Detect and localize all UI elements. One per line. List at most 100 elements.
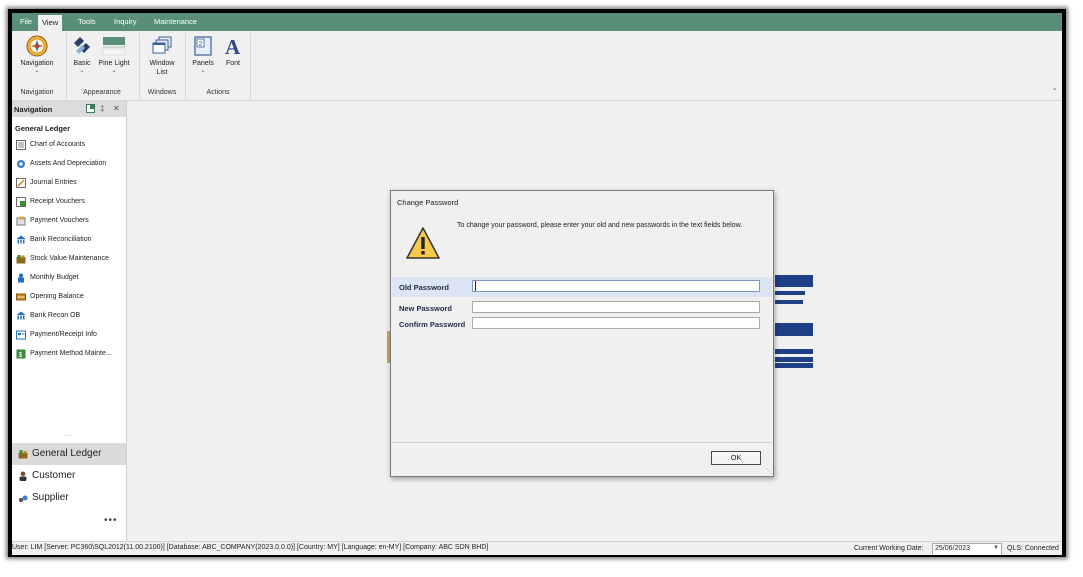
supplier-icon — [18, 495, 28, 503]
ribbon-group-windows: Windows — [147, 89, 177, 96]
nav-item-label: Receipt Vouchers — [30, 198, 85, 205]
budget-icon — [18, 273, 24, 283]
nav-item-opening-balance[interactable]: Opening Balance — [16, 290, 124, 304]
chevron-down-icon: ⌄ — [79, 68, 85, 74]
menu-bar: File View Tools Inquiry Maintenance — [12, 13, 1062, 31]
nav-item-journal-entries[interactable]: Journal Entries — [16, 176, 124, 190]
money-icon: $ — [16, 349, 26, 359]
ribbon-collapse-icon[interactable]: ⌃ — [1051, 87, 1058, 96]
ribbon-separator — [185, 33, 186, 99]
nav-item-label: Journal Entries — [30, 179, 77, 186]
close-icon[interactable]: ✕ — [113, 104, 120, 113]
bank-icon — [16, 235, 26, 244]
journal-icon — [16, 178, 26, 188]
new-password-field[interactable] — [472, 301, 760, 313]
chevron-down-icon: ⌄ — [111, 68, 117, 74]
navigation-panel: Navigation ‡ ✕ General Ledger Chart of A… — [12, 101, 127, 541]
chevron-down-icon: ⌄ — [200, 68, 206, 74]
working-date-label: Current Working Date: — [854, 545, 924, 552]
nav-module-supplier[interactable]: Supplier — [12, 487, 126, 509]
nav-item-chart-of-accounts[interactable]: Chart of Accounts — [16, 138, 124, 152]
nav-item-assets-depreciation[interactable]: Assets And Depreciation — [16, 157, 124, 171]
window-position-icon[interactable] — [86, 104, 95, 115]
nav-item-label: Payment/Receipt Info — [30, 331, 97, 338]
nav-module-general-ledger[interactable]: General Ledger — [12, 443, 126, 465]
nav-module-label: Customer — [32, 470, 76, 481]
nav-splitter-grip[interactable]: .... — [64, 431, 72, 438]
menu-maintenance[interactable]: Maintenance — [150, 13, 201, 31]
payment-icon — [16, 216, 26, 226]
nav-item-label: Opening Balance — [30, 293, 84, 300]
background-logo-bar — [775, 300, 803, 304]
ledger-icon — [18, 450, 28, 459]
resize-grip-icon[interactable]: ⋱ — [766, 468, 772, 475]
ribbon-group-appearance: Appearance — [83, 89, 121, 96]
application-window: File View Tools Inquiry Maintenance Navi… — [12, 13, 1062, 555]
nav-module-customer[interactable]: Customer — [12, 465, 126, 487]
pin-icon[interactable]: ‡ — [100, 104, 104, 113]
navigation-button[interactable]: Navigation ⌄ — [16, 35, 58, 74]
background-logo-bar — [775, 275, 813, 287]
nav-section-title: General Ledger — [15, 124, 71, 133]
ribbon-group-actions: Actions — [206, 89, 230, 96]
background-logo-bar — [775, 323, 813, 336]
nav-module-label: General Ledger — [32, 448, 102, 459]
gear-icon — [17, 160, 25, 168]
menu-file[interactable]: File — [16, 13, 36, 31]
opening-balance-icon — [16, 293, 26, 301]
menu-view[interactable]: View — [38, 15, 63, 31]
confirm-password-field[interactable] — [472, 317, 760, 329]
menu-tools[interactable]: Tools — [74, 13, 100, 31]
change-password-dialog: Change Password To change your password,… — [390, 190, 774, 477]
font-label: Font — [225, 60, 240, 67]
nav-item-payment-vouchers[interactable]: Payment Vouchers — [16, 214, 124, 228]
compass-icon — [26, 35, 48, 57]
window-list-button[interactable]: Window List — [144, 35, 180, 77]
window-list-label-line2: List — [156, 69, 168, 76]
ribbon-separator — [66, 33, 67, 99]
chevron-down-icon[interactable]: ▼ — [993, 545, 999, 551]
navigation-panel-header: Navigation ‡ ✕ — [12, 101, 126, 117]
old-password-field[interactable] — [472, 280, 760, 292]
status-info-text: User: LIM [Server: PC360\SQL2012(11.00.2… — [12, 544, 489, 551]
nav-item-label: Bank Reconciliation — [30, 236, 92, 243]
basic-theme-label: Basic — [73, 60, 91, 67]
text-caret — [475, 281, 476, 291]
old-password-label: Old Password — [399, 283, 450, 292]
panels-button[interactable]: 2 Panels ⌄ — [190, 35, 216, 74]
ok-button[interactable]: OK — [711, 451, 761, 465]
panels-icon: 2 — [194, 36, 212, 56]
font-button[interactable]: A Font — [220, 35, 246, 68]
basic-theme-icon — [74, 37, 90, 54]
dialog-divider — [392, 442, 772, 443]
window-list-icon — [152, 36, 172, 54]
background-logo-bar — [775, 349, 813, 354]
nav-item-receipt-vouchers[interactable]: Receipt Vouchers — [16, 195, 124, 209]
nav-item-payment-receipt-info[interactable]: Payment/Receipt Info — [16, 328, 124, 342]
panels-label: Panels — [192, 60, 214, 67]
nav-item-stock-value-maintenance[interactable]: Stock Value Maintenance — [16, 252, 124, 266]
dialog-title: Change Password — [397, 198, 459, 207]
nav-item-label: Assets And Depreciation — [30, 160, 107, 167]
navigation-button-label: Navigation — [20, 60, 54, 67]
ribbon-separator — [139, 33, 140, 99]
nav-item-label: Stock Value Maintenance — [30, 255, 109, 262]
more-options-button[interactable]: ••• — [104, 515, 118, 526]
new-password-label: New Password — [399, 304, 452, 313]
nav-item-label: Payment Method Mainte... — [30, 350, 112, 357]
chart-of-accounts-icon — [16, 140, 26, 150]
pine-light-theme-icon — [102, 37, 126, 56]
basic-theme-button[interactable]: Basic ⌄ — [70, 35, 94, 74]
nav-item-label: Bank Recon OB — [30, 312, 81, 319]
pine-light-theme-button[interactable]: Pine Light ⌄ — [96, 35, 132, 74]
window-frame: File View Tools Inquiry Maintenance Navi… — [8, 9, 1066, 557]
nav-item-payment-method-maintenance[interactable]: $ Payment Method Mainte... — [16, 347, 124, 361]
menu-inquiry[interactable]: Inquiry — [110, 13, 141, 31]
nav-item-monthly-budget[interactable]: Monthly Budget — [16, 271, 124, 285]
working-date-picker[interactable]: 25/06/2023 ▼ — [932, 543, 1002, 555]
nav-item-bank-recon-ob[interactable]: Bank Recon OB — [16, 309, 124, 323]
nav-item-label: Payment Vouchers — [30, 217, 89, 224]
nav-item-label: Monthly Budget — [30, 274, 79, 281]
status-bar: User: LIM [Server: PC360\SQL2012(11.00.2… — [12, 541, 1062, 555]
nav-item-bank-reconciliation[interactable]: Bank Reconciliation — [16, 233, 124, 247]
